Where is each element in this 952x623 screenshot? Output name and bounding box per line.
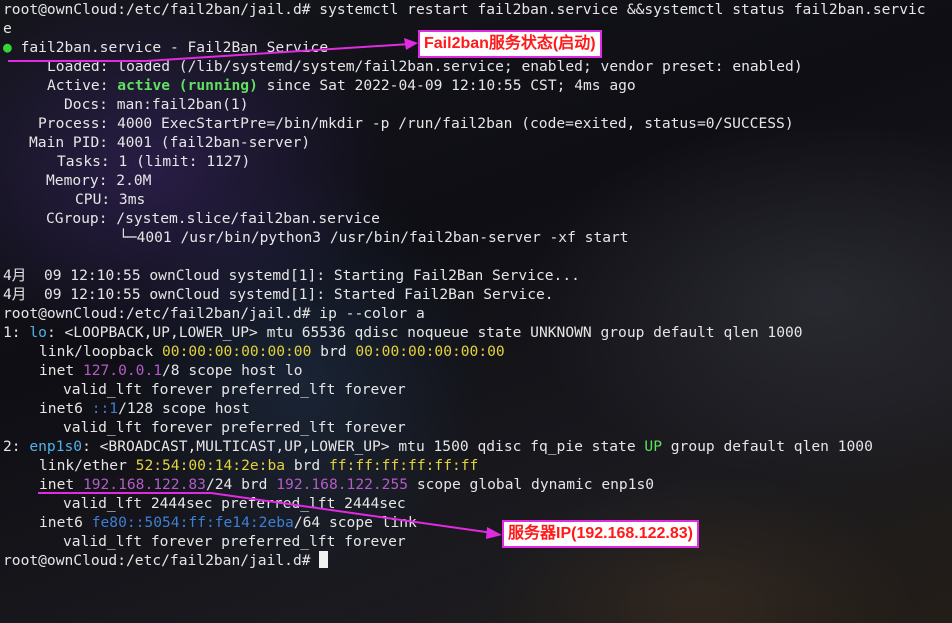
active-status: active (running) bbox=[117, 77, 258, 94]
iface-flags: : <BROADCAST,MULTICAST,UP,LOWER_UP> mtu … bbox=[82, 438, 645, 455]
brd-label: brd bbox=[311, 343, 356, 360]
terminal-line: root@ownCloud:/etc/fail2ban/jail.d# ip -… bbox=[3, 304, 952, 323]
terminal-line: CGroup: /system.slice/fail2ban.service bbox=[3, 209, 952, 228]
command-text: e bbox=[3, 20, 12, 37]
command-text: root@ownCloud:/etc/fail2ban/jail.d# ip -… bbox=[3, 305, 425, 322]
ipv6-address: fe80::5054:ff:fe14:2eba bbox=[91, 514, 294, 531]
terminal-line: 1: lo: <LOOPBACK,UP,LOWER_UP> mtu 65536 … bbox=[3, 323, 952, 342]
terminal-cursor bbox=[319, 551, 329, 568]
docs-text: Docs: man:fail2ban(1) bbox=[64, 96, 249, 113]
terminal-line: Process: 4000 ExecStartPre=/bin/mkdir -p… bbox=[3, 114, 952, 133]
prompt-text: root@ownCloud:/etc/fail2ban/jail.d# bbox=[3, 552, 320, 569]
iface-name: enp1s0 bbox=[29, 438, 83, 455]
main-pid-text: Main PID: 4001 (fail2ban-server) bbox=[29, 134, 311, 151]
iface-index: 1: bbox=[3, 324, 30, 341]
inet6-label: inet6 bbox=[39, 400, 92, 417]
inet-scope: scope global dynamic enp1s0 bbox=[408, 476, 655, 493]
terminal-line: root@ownCloud:/etc/fail2ban/jail.d# syst… bbox=[3, 0, 952, 19]
brd-label: brd bbox=[285, 457, 329, 474]
terminal-line: valid_lft forever preferred_lft forever bbox=[3, 418, 952, 437]
ip-address: 127.0.0.1 bbox=[82, 362, 163, 379]
active-label: Active: bbox=[47, 77, 118, 94]
inet6-scope: /64 scope link bbox=[293, 514, 417, 531]
ipv6-address: ::1 bbox=[91, 400, 119, 417]
inet6-scope: /128 scope host bbox=[118, 400, 250, 417]
status-dot-icon: ● bbox=[3, 39, 12, 56]
iface-group: group default qlen 1000 bbox=[661, 438, 873, 455]
iface-flags: : <LOOPBACK,UP,LOWER_UP> mtu 65536 qdisc… bbox=[46, 324, 803, 341]
inet-scope: /8 scope host lo bbox=[162, 362, 303, 379]
terminal-line: root@ownCloud:/etc/fail2ban/jail.d# bbox=[3, 551, 952, 570]
terminal-line: Loaded: loaded (/lib/systemd/system/fail… bbox=[3, 57, 952, 76]
link-label: link/ether bbox=[39, 457, 136, 474]
terminal-line: link/ether 52:54:00:14:2e:ba brd ff:ff:f… bbox=[3, 456, 952, 475]
terminal-line: Docs: man:fail2ban(1) bbox=[3, 95, 952, 114]
command-text: root@ownCloud:/etc/fail2ban/jail.d# syst… bbox=[3, 1, 926, 18]
lft-text: valid_lft forever preferred_lft forever bbox=[63, 381, 406, 398]
terminal-output[interactable]: root@ownCloud:/etc/fail2ban/jail.d# syst… bbox=[3, 0, 952, 570]
memory-text: Memory: 2.0M bbox=[46, 172, 152, 189]
terminal-line: 4月 09 12:10:55 ownCloud systemd[1]: Star… bbox=[3, 266, 952, 285]
ip-address: 192.168.122.83 bbox=[82, 476, 206, 493]
cgroup-text: CGroup: /system.slice/fail2ban.service bbox=[46, 210, 380, 227]
terminal-line: Tasks: 1 (limit: 1127) bbox=[3, 152, 952, 171]
active-since: since Sat 2022-04-09 12:10:55 CST; 4ms a… bbox=[257, 77, 636, 94]
inet6-label: inet6 bbox=[39, 514, 92, 531]
cpu-text: CPU: 3ms bbox=[75, 191, 146, 208]
iface-name: lo bbox=[29, 324, 47, 341]
terminal-line: valid_lft forever preferred_lft forever bbox=[3, 380, 952, 399]
brd-address: 00:00:00:00:00:00 bbox=[355, 343, 505, 360]
process-text: Process: 4000 ExecStartPre=/bin/mkdir -p… bbox=[38, 115, 794, 132]
terminal-line: link/loopback 00:00:00:00:00:00 brd 00:0… bbox=[3, 342, 952, 361]
terminal-line: Active: active (running) since Sat 2022-… bbox=[3, 76, 952, 95]
iface-state: UP bbox=[644, 438, 662, 455]
loaded-text: Loaded: loaded (/lib/systemd/system/fail… bbox=[47, 58, 803, 75]
status-annotation: Fail2ban服务状态(启动) bbox=[418, 30, 602, 58]
lft-text: valid_lft forever preferred_lft forever bbox=[63, 533, 406, 550]
brd-address: 192.168.122.255 bbox=[276, 476, 409, 493]
terminal-line: valid_lft forever preferred_lft forever bbox=[3, 532, 952, 551]
log-line: 4月 09 12:10:55 ownCloud systemd[1]: Star… bbox=[3, 267, 580, 284]
terminal-line: inet6 ::1/128 scope host bbox=[3, 399, 952, 418]
iface-index: 2: bbox=[3, 438, 30, 455]
terminal-line: └─4001 /usr/bin/python3 /usr/bin/fail2ba… bbox=[3, 228, 952, 247]
terminal-line: inet 192.168.122.83/24 brd 192.168.122.2… bbox=[3, 475, 952, 494]
terminal-line: inet 127.0.0.1/8 scope host lo bbox=[3, 361, 952, 380]
mac-address: 00:00:00:00:00:00 bbox=[162, 343, 312, 360]
terminal-line: Main PID: 4001 (fail2ban-server) bbox=[3, 133, 952, 152]
inet-label: inet bbox=[39, 476, 83, 493]
terminal-line: 4月 09 12:10:55 ownCloud systemd[1]: Star… bbox=[3, 285, 952, 304]
terminal-line: CPU: 3ms bbox=[3, 190, 952, 209]
log-line: 4月 09 12:10:55 ownCloud systemd[1]: Star… bbox=[3, 286, 554, 303]
terminal-line: 2: enp1s0: <BROADCAST,MULTICAST,UP,LOWER… bbox=[3, 437, 952, 456]
lft-text: valid_lft forever preferred_lft forever bbox=[63, 419, 406, 436]
terminal-line: valid_lft 2444sec preferred_lft 2444sec bbox=[3, 494, 952, 513]
cgroup-process: └─4001 /usr/bin/python3 /usr/bin/fail2ba… bbox=[119, 229, 629, 246]
lft-text: valid_lft 2444sec preferred_lft 2444sec bbox=[63, 495, 406, 512]
server-ip-annotation: 服务器IP(192.168.122.83) bbox=[502, 520, 699, 548]
inet-label: inet bbox=[39, 362, 83, 379]
mac-address: 52:54:00:14:2e:ba bbox=[135, 457, 286, 474]
inet-mask: /24 brd bbox=[205, 476, 277, 493]
link-label: link/loopback bbox=[39, 343, 163, 360]
tasks-text: Tasks: 1 (limit: 1127) bbox=[57, 153, 251, 170]
brd-address: ff:ff:ff:ff:ff:ff bbox=[328, 457, 479, 474]
service-title: fail2ban.service - Fail2Ban Service bbox=[11, 39, 329, 56]
terminal-line: Memory: 2.0M bbox=[3, 171, 952, 190]
terminal-line: inet6 fe80::5054:ff:fe14:2eba/64 scope l… bbox=[3, 513, 952, 532]
